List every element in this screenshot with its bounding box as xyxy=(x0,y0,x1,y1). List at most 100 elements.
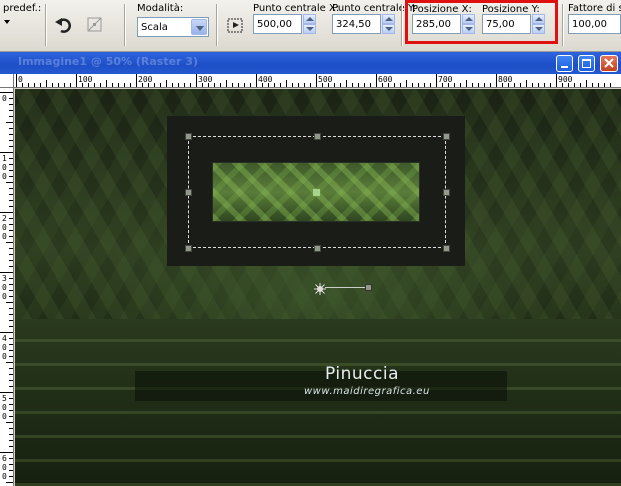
ruler-tick xyxy=(376,74,377,87)
ruler-minor-tick xyxy=(352,83,353,87)
ruler-minor-tick xyxy=(9,374,13,375)
ruler-minor-tick xyxy=(586,80,587,87)
ruler-minor-tick xyxy=(70,83,71,87)
chevron-down-icon[interactable] xyxy=(191,19,207,35)
ruler-minor-tick xyxy=(9,158,13,159)
handle-middle-right[interactable] xyxy=(443,189,450,196)
ruler-minor-tick xyxy=(358,83,359,87)
center-handle[interactable] xyxy=(313,189,320,196)
ruler-minor-tick xyxy=(9,146,13,147)
mode-label: Modalità: xyxy=(137,3,184,14)
ruler-minor-tick xyxy=(502,83,503,87)
ruler-tick xyxy=(0,92,13,93)
spin-up-icon[interactable] xyxy=(382,14,395,24)
ruler-minor-tick xyxy=(328,83,329,87)
ruler-label: 5 0 0 xyxy=(2,394,7,421)
ruler-minor-tick xyxy=(9,458,13,459)
ruler-minor-tick xyxy=(9,98,13,99)
rotation-handle[interactable] xyxy=(365,284,372,291)
ruler-minor-tick xyxy=(334,83,335,87)
rotation-arm xyxy=(325,287,369,288)
reset-rotate-icon[interactable] xyxy=(53,14,75,36)
spin-down-icon[interactable] xyxy=(382,24,395,34)
ruler-tick xyxy=(0,332,13,333)
ruler-minor-tick xyxy=(9,200,13,201)
ruler-minor-tick xyxy=(610,83,611,87)
ruler-minor-tick xyxy=(22,83,23,87)
ruler-minor-tick xyxy=(562,83,563,87)
ruler-minor-tick xyxy=(154,83,155,87)
ruler-label: 400 xyxy=(258,75,273,84)
ruler-minor-tick xyxy=(9,356,13,357)
ruler-minor-tick xyxy=(9,116,13,117)
ruler-tick xyxy=(256,74,257,87)
ruler-label: 300 xyxy=(198,75,213,84)
ruler-tick xyxy=(0,452,13,453)
ruler-minor-tick xyxy=(52,83,53,87)
handle-bottom-right[interactable] xyxy=(443,245,450,252)
ruler-minor-tick xyxy=(6,302,13,303)
ruler-minor-tick xyxy=(580,83,581,87)
ruler-tick xyxy=(316,74,317,87)
ruler-minor-tick xyxy=(508,83,509,87)
ruler-minor-tick xyxy=(9,368,13,369)
ruler-minor-tick xyxy=(466,80,467,87)
ruler-minor-tick xyxy=(9,344,13,345)
spin-up-icon[interactable] xyxy=(303,14,316,24)
preset-dropdown-icon[interactable] xyxy=(4,20,10,24)
ruler-minor-tick xyxy=(268,83,269,87)
ruler-tick xyxy=(0,152,13,153)
ruler-minor-tick xyxy=(604,83,605,87)
handle-bottom-left[interactable] xyxy=(185,245,192,252)
handle-top-center[interactable] xyxy=(314,133,321,140)
ruler-minor-tick xyxy=(112,83,113,87)
handle-bottom-center[interactable] xyxy=(314,245,321,252)
ruler-minor-tick xyxy=(9,284,13,285)
image-canvas[interactable]: Pinuccia www.maidiregrafica.eu xyxy=(15,89,621,486)
ruler-minor-tick xyxy=(148,83,149,87)
position-pivot-icon[interactable] xyxy=(224,14,246,36)
toolbar-separator xyxy=(216,4,218,46)
ruler-minor-tick xyxy=(6,182,13,183)
ruler-minor-tick xyxy=(244,83,245,87)
watermark-url: www.maidiregrafica.eu xyxy=(304,386,430,397)
ruler-minor-tick xyxy=(226,80,227,87)
toolbar-separator xyxy=(401,4,403,46)
ruler-minor-tick xyxy=(388,83,389,87)
ruler-minor-tick xyxy=(9,104,13,105)
center-x-input[interactable]: 500,00 xyxy=(257,19,292,30)
center-y-input[interactable]: 324,50 xyxy=(336,19,371,30)
image-window-titlebar[interactable]: Immagine1 @ 50% (Raster 3) xyxy=(0,52,621,74)
minimize-icon[interactable] xyxy=(556,55,573,72)
handle-top-right[interactable] xyxy=(443,133,450,140)
ruler-minor-tick xyxy=(472,83,473,87)
ruler-minor-tick xyxy=(346,80,347,87)
ruler-minor-tick xyxy=(9,464,13,465)
ruler-minor-tick xyxy=(9,386,13,387)
ruler-minor-tick xyxy=(9,206,13,207)
ruler-minor-tick xyxy=(550,83,551,87)
spin-down-icon[interactable] xyxy=(303,24,316,34)
ruler-minor-tick xyxy=(544,83,545,87)
handle-middle-left[interactable] xyxy=(185,189,192,196)
scale-factor-input[interactable]: 100,00 xyxy=(572,19,607,30)
ruler-tick xyxy=(0,212,13,213)
ruler-minor-tick xyxy=(430,83,431,87)
mode-select[interactable]: Scala xyxy=(137,17,209,37)
ruler-minor-tick xyxy=(250,83,251,87)
ruler-minor-tick xyxy=(6,122,13,123)
ruler-minor-tick xyxy=(9,338,13,339)
ruler-minor-tick xyxy=(574,83,575,87)
maximize-icon[interactable] xyxy=(578,55,595,72)
ruler-label: 500 xyxy=(318,75,333,84)
ruler-minor-tick xyxy=(9,416,13,417)
ruler-minor-tick xyxy=(532,83,533,87)
ruler-minor-tick xyxy=(274,83,275,87)
ruler-minor-tick xyxy=(106,80,107,87)
ruler-minor-tick xyxy=(454,83,455,87)
close-icon[interactable] xyxy=(600,55,618,72)
handle-top-left[interactable] xyxy=(185,133,192,140)
ruler-minor-tick xyxy=(94,83,95,87)
deform-options-icon[interactable] xyxy=(84,14,106,36)
pivot-point-icon[interactable] xyxy=(314,283,326,295)
